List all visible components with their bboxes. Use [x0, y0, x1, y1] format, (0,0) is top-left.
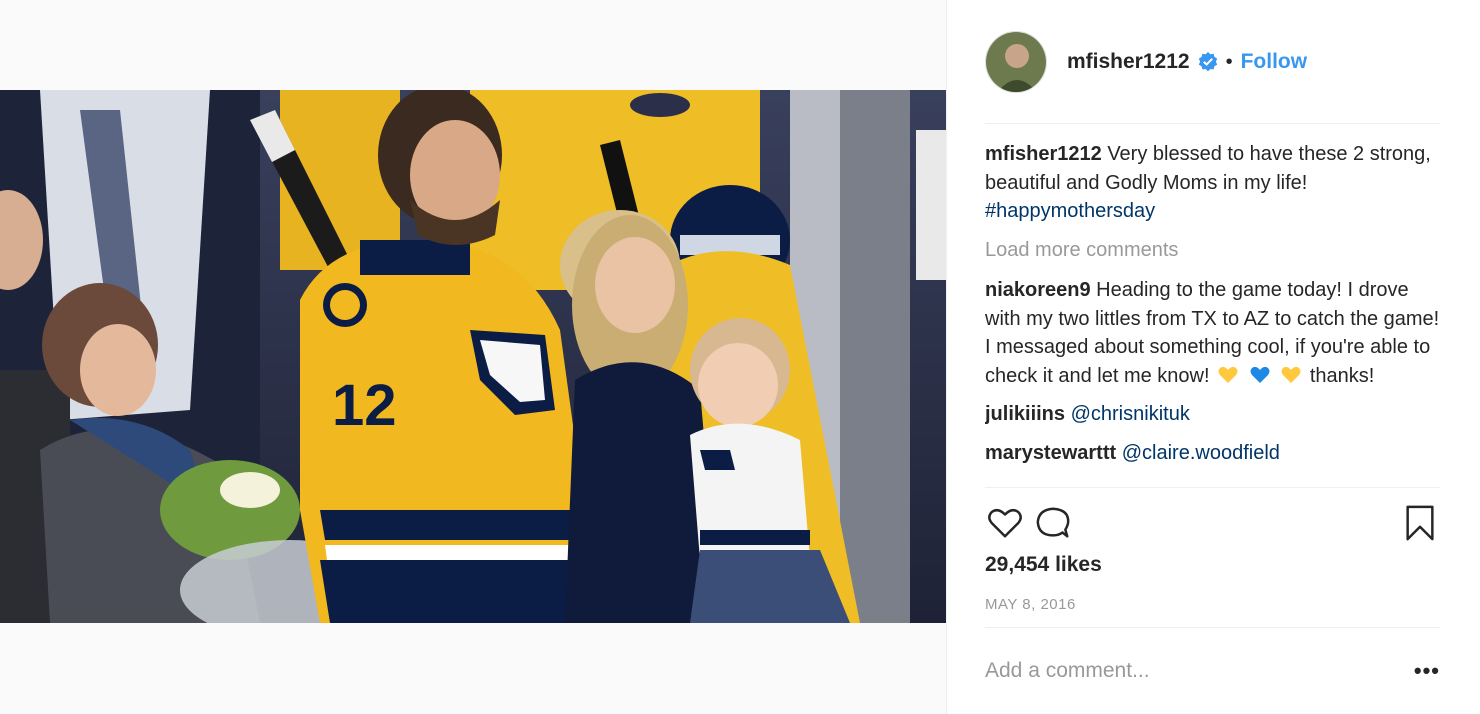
header-separator: •: [1225, 50, 1233, 73]
actions-divider: [985, 487, 1440, 488]
comment-username[interactable]: julikiiins: [985, 403, 1065, 425]
save-button[interactable]: [1400, 503, 1440, 543]
caption-hashtag[interactable]: #happymothersday: [985, 200, 1155, 222]
comment-bubble-icon: [1036, 507, 1070, 538]
more-options-button[interactable]: •••: [1414, 658, 1440, 684]
instagram-post-page: 12 mfisher1212 • Follow mfisher1212 Very…: [0, 0, 1480, 714]
action-bar: [985, 503, 1440, 543]
blue-heart-icon: [1250, 364, 1270, 383]
comment-username[interactable]: marystewarttt: [985, 442, 1116, 464]
bookmark-icon: [1406, 505, 1434, 541]
verified-badge-icon: [1198, 52, 1218, 72]
comment-username[interactable]: niakoreen9: [985, 279, 1091, 301]
comment-item: niakoreen9 Heading to the game today! I …: [985, 276, 1440, 390]
post-username[interactable]: mfisher1212: [1067, 50, 1190, 74]
post-photo[interactable]: 12: [0, 90, 946, 623]
follow-button[interactable]: Follow: [1241, 50, 1308, 74]
avatar-image: [986, 32, 1046, 92]
header-divider: [985, 123, 1440, 124]
jersey-number: 12: [332, 373, 397, 438]
post-header: mfisher1212 • Follow: [985, 30, 1440, 94]
comment-text-suffix: thanks!: [1309, 364, 1375, 387]
heart-icon: [988, 508, 1022, 538]
post-date[interactable]: MAY 8, 2016: [985, 596, 1440, 613]
comment-mention[interactable]: @claire.woodfield: [1122, 442, 1280, 464]
likes-count[interactable]: 29,454 likes: [985, 553, 1440, 577]
comment-button[interactable]: [1033, 503, 1073, 543]
caption-username[interactable]: mfisher1212: [985, 143, 1102, 165]
add-comment-form: •••: [985, 655, 1440, 687]
media-column: 12: [0, 0, 946, 714]
caption: mfisher1212 Very blessed to have these 2…: [985, 140, 1440, 226]
yellow-heart-icon: [1281, 364, 1301, 383]
comment-mention[interactable]: @chrisnikituk: [1071, 403, 1190, 425]
comment-item: marystewarttt @claire.woodfield: [985, 439, 1440, 468]
comments-section: mfisher1212 Very blessed to have these 2…: [985, 140, 1440, 485]
avatar[interactable]: [985, 31, 1047, 93]
yellow-heart-icon: [1218, 364, 1238, 383]
like-button[interactable]: [985, 503, 1025, 543]
footer-divider: [985, 627, 1440, 628]
add-comment-input[interactable]: [985, 659, 1385, 683]
load-more-comments-button[interactable]: Load more comments: [985, 236, 1440, 265]
photo-illustration: 12: [0, 90, 946, 623]
post-sidebar: mfisher1212 • Follow mfisher1212 Very bl…: [946, 0, 1480, 714]
comment-item: julikiiins @chrisnikituk: [985, 400, 1440, 429]
